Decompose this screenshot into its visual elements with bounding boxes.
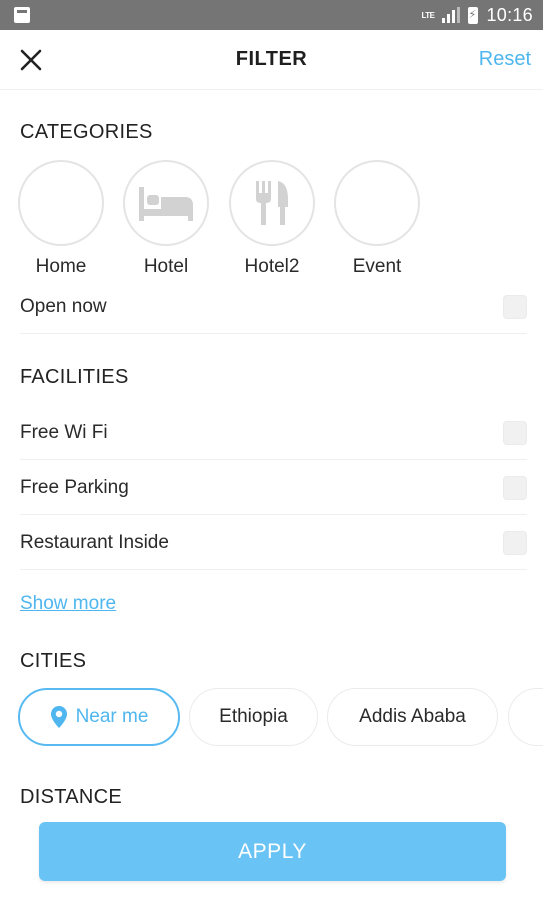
category-circle [123, 160, 209, 246]
city-chips: Near me Ethiopia Addis Ababa [18, 688, 543, 746]
category-label: Hotel [143, 256, 189, 277]
categories-list: Home Hotel Hotel2 Event [18, 160, 538, 285]
chip-label: Near me [75, 706, 149, 727]
facility-row-parking: Free Parking [20, 461, 527, 515]
sd-card-icon [14, 7, 30, 23]
category-circle [334, 160, 420, 246]
category-circle [18, 160, 104, 246]
status-bar: LTE 10:16 [0, 0, 543, 30]
status-icons: LTE 10:16 [421, 5, 533, 26]
parking-checkbox[interactable] [503, 475, 527, 500]
signal-icon [442, 7, 461, 23]
chip-addis-ababa[interactable]: Addis Ababa [327, 688, 498, 746]
facility-label: Restaurant Inside [20, 531, 169, 553]
battery-icon [468, 6, 479, 24]
bed-icon [139, 187, 193, 221]
status-time: 10:16 [486, 4, 533, 25]
app-bar: FILTER Reset [0, 30, 543, 90]
categories-heading: CATEGORIES [20, 121, 153, 143]
category-hotel2[interactable]: Hotel2 [229, 160, 315, 278]
category-hotel[interactable]: Hotel [123, 160, 209, 278]
chip-label: Addis Ababa [359, 706, 466, 727]
category-label: Hotel2 [244, 256, 300, 277]
chip-label: Ethiopia [219, 706, 288, 727]
show-more-link[interactable]: Show more [20, 593, 116, 615]
chip-ethiopia[interactable]: Ethiopia [189, 688, 318, 746]
facility-label: Free Wi Fi [20, 421, 108, 443]
category-home[interactable]: Home [18, 160, 104, 278]
page-title: FILTER [235, 48, 308, 70]
close-icon[interactable] [18, 47, 44, 73]
reset-button[interactable]: Reset [479, 48, 531, 71]
open-now-row: Open now [20, 280, 527, 334]
cities-heading: CITIES [20, 650, 87, 672]
restaurant-icon [256, 181, 288, 225]
category-circle [229, 160, 315, 246]
wifi-checkbox[interactable] [503, 420, 527, 445]
apply-button[interactable]: APPLY [39, 822, 506, 881]
restaurant-checkbox[interactable] [503, 530, 527, 555]
chip-near-me[interactable]: Near me [18, 688, 180, 746]
open-now-label: Open now [20, 295, 107, 317]
category-event[interactable]: Event [334, 160, 420, 278]
location-pin-icon [50, 706, 67, 728]
category-label: Event [352, 256, 402, 277]
facility-label: Free Parking [20, 476, 129, 498]
facility-row-wifi: Free Wi Fi [20, 406, 527, 460]
network-type: LTE [421, 10, 435, 20]
facility-row-restaurant: Restaurant Inside [20, 516, 527, 570]
open-now-checkbox[interactable] [503, 294, 527, 319]
chip-partial[interactable] [508, 688, 543, 746]
distance-heading: DISTANCE [20, 786, 123, 808]
facilities-heading: FACILITIES [20, 366, 129, 388]
category-label: Home [35, 256, 87, 277]
